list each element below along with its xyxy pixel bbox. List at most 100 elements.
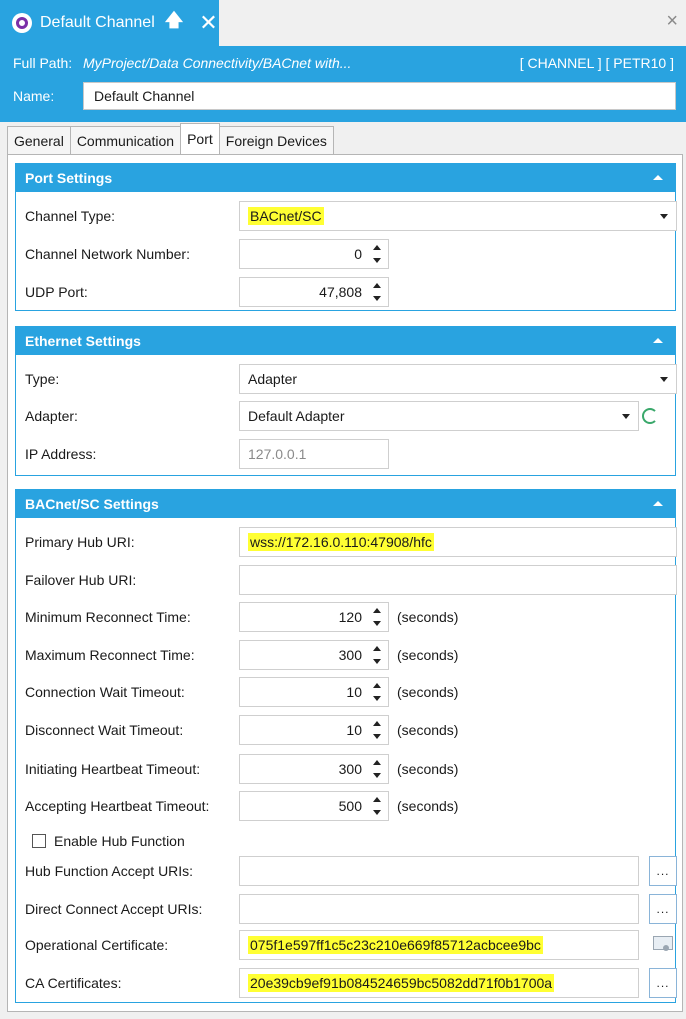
direct-accept-label: Direct Connect Accept URIs:: [25, 901, 203, 917]
initiating-heartbeat-stepper[interactable]: 300: [239, 754, 389, 784]
close-panel-icon[interactable]: ×: [666, 10, 678, 33]
adapter-row: Adapter: Default Adapter: [25, 401, 675, 431]
ip-address-row: IP Address: 127.0.0.1: [25, 439, 675, 469]
initiating-heartbeat-value: 300: [338, 761, 362, 777]
network-number-value: 0: [354, 246, 362, 262]
op-cert-label: Operational Certificate:: [25, 937, 169, 953]
port-settings-header[interactable]: Port Settings: [16, 164, 675, 192]
ethernet-type-select[interactable]: Adapter: [239, 364, 677, 394]
dropdown-arrow-icon: [660, 376, 668, 382]
spinner-icon[interactable]: [372, 283, 382, 301]
connection-wait-row: Connection Wait Timeout: 10 (seconds): [25, 677, 675, 707]
max-reconnect-row: Maximum Reconnect Time: 300 (seconds): [25, 640, 675, 670]
tab-general[interactable]: General: [7, 126, 71, 154]
disconnect-wait-stepper[interactable]: 10: [239, 715, 389, 745]
refresh-icon[interactable]: [642, 408, 658, 424]
ethernet-type-row: Type: Adapter: [25, 364, 677, 394]
spinner-icon[interactable]: [372, 608, 382, 626]
full-path-row: Full Path: MyProject/Data Connectivity/B…: [13, 52, 674, 74]
channel-type-value: BACnet/SC: [248, 207, 324, 225]
min-reconnect-stepper[interactable]: 120: [239, 602, 389, 632]
ca-cert-browse-button[interactable]: ...: [649, 968, 677, 998]
udp-port-label: UDP Port:: [25, 284, 88, 300]
spinner-icon[interactable]: [372, 245, 382, 263]
port-settings-section: Port Settings Channel Type: BACnet/SC Ch…: [15, 163, 677, 311]
name-label: Name:: [13, 88, 55, 104]
ethernet-settings-header[interactable]: Ethernet Settings: [16, 327, 675, 355]
dropdown-arrow-icon: [660, 213, 668, 219]
direct-accept-browse-button[interactable]: ...: [649, 894, 677, 924]
name-input[interactable]: Default Channel: [83, 82, 676, 110]
full-path-label: Full Path:: [13, 55, 73, 71]
min-reconnect-label: Minimum Reconnect Time:: [25, 609, 191, 625]
enable-hub-row[interactable]: Enable Hub Function: [32, 833, 185, 849]
udp-port-row: UDP Port: 47,808: [25, 277, 675, 307]
close-tab-icon[interactable]: ✕: [199, 10, 217, 36]
hub-accept-input[interactable]: [239, 856, 639, 886]
tab-port[interactable]: Port: [180, 123, 220, 154]
primary-hub-input[interactable]: wss://172.16.0.110:47908/hfc: [239, 527, 677, 557]
hub-accept-browse-button[interactable]: ...: [649, 856, 677, 886]
ethernet-type-value: Adapter: [248, 371, 298, 387]
channel-type-row: Channel Type: BACnet/SC: [25, 201, 677, 231]
ip-address-label: IP Address:: [25, 446, 97, 462]
name-row: Name: Default Channel: [13, 82, 676, 110]
udp-port-value: 47,808: [319, 284, 362, 300]
bacnet-sc-settings-title: BACnet/SC Settings: [25, 496, 159, 512]
connection-wait-stepper[interactable]: 10: [239, 677, 389, 707]
tab-foreign-devices[interactable]: Foreign Devices: [218, 126, 334, 154]
spinner-icon[interactable]: [372, 760, 382, 778]
seconds-unit: (seconds): [397, 609, 459, 625]
spinner-icon[interactable]: [372, 646, 382, 664]
network-number-stepper[interactable]: 0: [239, 239, 389, 269]
disconnect-wait-value: 10: [346, 722, 362, 738]
bacnet-sc-settings-section: BACnet/SC Settings Primary Hub URI: wss:…: [15, 489, 677, 1003]
connection-wait-label: Connection Wait Timeout:: [25, 684, 185, 700]
enable-hub-label: Enable Hub Function: [54, 833, 185, 849]
pin-icon[interactable]: 🡅: [165, 8, 184, 38]
seconds-unit: (seconds): [397, 647, 459, 663]
direct-accept-input[interactable]: [239, 894, 639, 924]
failover-hub-input[interactable]: [239, 565, 677, 595]
enable-hub-checkbox[interactable]: [32, 834, 46, 848]
spinner-icon[interactable]: [372, 683, 382, 701]
op-cert-input[interactable]: 075f1e597ff1c5c23c210e669f85712acbcee9bc: [239, 930, 639, 960]
accepting-heartbeat-row: Accepting Heartbeat Timeout: 500 (second…: [25, 791, 675, 821]
document-tab[interactable]: Default Channel 🡅 ✕: [0, 0, 219, 46]
seconds-unit: (seconds): [397, 761, 459, 777]
seconds-unit: (seconds): [397, 798, 459, 814]
accepting-heartbeat-label: Accepting Heartbeat Timeout:: [25, 798, 210, 814]
certificate-icon[interactable]: [653, 936, 673, 954]
port-settings-title: Port Settings: [25, 170, 113, 186]
ethernet-settings-title: Ethernet Settings: [25, 333, 141, 349]
max-reconnect-stepper[interactable]: 300: [239, 640, 389, 670]
tab-content: Port Settings Channel Type: BACnet/SC Ch…: [7, 154, 683, 1012]
bacnet-sc-settings-header[interactable]: BACnet/SC Settings: [16, 490, 675, 518]
disconnect-wait-label: Disconnect Wait Timeout:: [25, 722, 184, 738]
collapse-icon[interactable]: [653, 338, 663, 343]
property-tabs: General Communication Port Foreign Devic…: [7, 123, 334, 154]
accepting-heartbeat-stepper[interactable]: 500: [239, 791, 389, 821]
disconnect-wait-row: Disconnect Wait Timeout: 10 (seconds): [25, 715, 675, 745]
ca-cert-input[interactable]: 20e39cb9ef91b084524659bc5082dd71f0b1700a: [239, 968, 639, 998]
spinner-icon[interactable]: [372, 721, 382, 739]
channel-type-select[interactable]: BACnet/SC: [239, 201, 677, 231]
adapter-label: Adapter:: [25, 408, 78, 424]
network-number-label: Channel Network Number:: [25, 246, 190, 262]
spinner-icon[interactable]: [372, 797, 382, 815]
channel-header: Full Path: MyProject/Data Connectivity/B…: [0, 46, 686, 122]
failover-hub-label: Failover Hub URI:: [25, 572, 137, 588]
document-tab-row: Default Channel 🡅 ✕ ×: [0, 0, 686, 46]
collapse-icon[interactable]: [653, 175, 663, 180]
min-reconnect-value: 120: [338, 609, 362, 625]
adapter-select[interactable]: Default Adapter: [239, 401, 639, 431]
tab-communication[interactable]: Communication: [69, 126, 182, 154]
accepting-heartbeat-value: 500: [338, 798, 362, 814]
collapse-icon[interactable]: [653, 501, 663, 506]
initiating-heartbeat-row: Initiating Heartbeat Timeout: 300 (secon…: [25, 754, 675, 784]
udp-port-stepper[interactable]: 47,808: [239, 277, 389, 307]
primary-hub-value: wss://172.16.0.110:47908/hfc: [248, 533, 434, 551]
connection-wait-value: 10: [346, 684, 362, 700]
adapter-value: Default Adapter: [248, 408, 345, 424]
app-logo-icon: [12, 13, 32, 33]
